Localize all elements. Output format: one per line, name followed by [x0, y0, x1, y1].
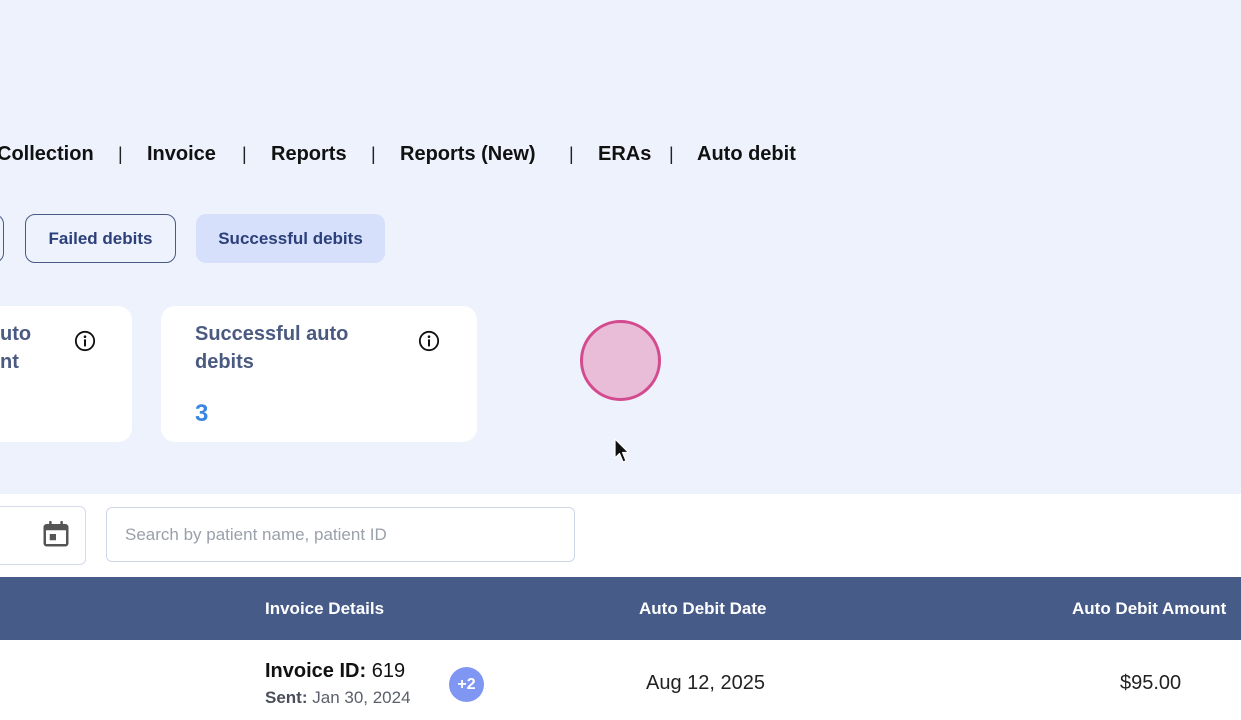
table-header: Invoice Details Auto Debit Date Auto Deb…	[0, 577, 1241, 640]
auto-debit-amount: $95.00	[1120, 672, 1182, 694]
successful-count: 3	[195, 400, 209, 427]
card-title-line2: nt	[0, 351, 19, 373]
nav-separator: |	[669, 144, 674, 164]
invoice-id: Invoice ID: 619	[265, 660, 405, 683]
filter-pill-partial[interactable]	[0, 214, 4, 263]
info-icon[interactable]	[74, 330, 96, 352]
card-title-line1: uto	[0, 323, 32, 345]
nav-item-reports-new[interactable]: Reports (New)	[400, 140, 536, 168]
nav-separator: |	[118, 144, 123, 164]
table-row[interactable]	[0, 640, 1241, 720]
nav-item-invoice[interactable]: Invoice	[147, 140, 216, 168]
successful-debits-button[interactable]: Successful debits	[196, 214, 385, 263]
card-title-line1: Successful auto	[195, 323, 349, 345]
mouse-cursor-icon	[614, 438, 630, 463]
failed-debits-button[interactable]: Failed debits	[25, 214, 176, 263]
nav-item-collection[interactable]: Collection	[0, 140, 94, 168]
nav-separator: |	[371, 144, 376, 164]
column-auto-debit-date[interactable]: Auto Debit Date	[639, 577, 767, 640]
column-auto-debit-amount[interactable]: Auto Debit Amount	[1072, 577, 1226, 640]
column-invoice-details[interactable]: Invoice Details	[265, 577, 384, 640]
info-icon[interactable]	[418, 330, 440, 352]
card-title-line2: debits	[195, 351, 254, 373]
calendar-icon[interactable]	[41, 519, 71, 549]
nav-item-eras[interactable]: ERAs	[598, 140, 651, 168]
invoice-sent-label: Sent:	[265, 688, 308, 707]
invoice-id-label: Invoice ID:	[265, 660, 367, 682]
search-input[interactable]	[106, 507, 575, 562]
invoice-sent-date: Jan 30, 2024	[312, 688, 411, 707]
nav-separator: |	[242, 144, 247, 164]
nav-item-reports[interactable]: Reports	[271, 140, 347, 168]
extra-invoices-badge[interactable]: +2	[449, 667, 484, 702]
invoice-id-value: 619	[371, 660, 406, 682]
nav-item-auto-debit[interactable]: Auto debit	[697, 140, 796, 168]
successful-auto-debits-card: Successful auto debits 3	[161, 306, 477, 442]
auto-debit-date: Aug 12, 2025	[646, 672, 765, 694]
click-highlight	[580, 320, 661, 401]
nav-separator: |	[569, 144, 574, 164]
summary-card-partial: uto nt	[0, 306, 132, 442]
invoice-sent: Sent: Jan 30, 2024	[265, 688, 411, 708]
